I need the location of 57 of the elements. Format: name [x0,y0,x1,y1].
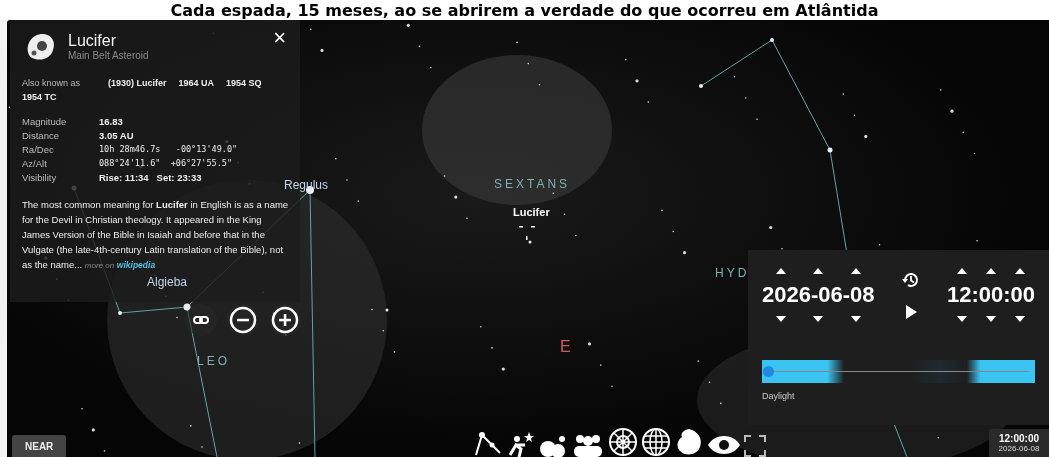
clock-time: 12:00:00 [999,433,1039,444]
cardinal-point-label: E [560,338,571,356]
increment-arrow-icon[interactable] [775,268,786,274]
increment-arrow-icon[interactable] [850,268,861,274]
property-value: 3.05 AU [99,130,135,141]
alias-name: 1964 UA [178,78,215,88]
constellation-label: HYD [715,266,750,280]
property-value: 088°24'11.6" +06°27'55.5" [99,158,234,169]
alias-name: (1930) Lucifer [108,78,167,88]
increment-arrow-icon[interactable] [985,268,996,274]
near-button[interactable]: NEAR [12,435,67,457]
constellation-lines-icon[interactable] [472,431,502,457]
zoom-out-button[interactable] [227,304,259,336]
zoom-in-button[interactable] [269,304,301,336]
description-text: The most common meaning for Lucifer in English is as a name for the Devil in Christian theology. It appeared in the King James Version of the Bible in Isaiah and before that in the Vulgate (the late-4th-century Latin translation of the Bible), not as the name... more on wikipedia [22,198,290,272]
date-value[interactable]: 2026-06-08 [762,282,875,308]
daylight-slider-track[interactable] [762,360,1035,383]
property-value: 10h 28m46.7s -00°13'49.0" [99,144,239,155]
property-label: Az/Alt [22,158,48,169]
slider-thumb[interactable] [763,366,774,377]
object-label: Lucifer [513,206,550,218]
object-title: Lucifer [68,31,118,50]
fullscreen-icon[interactable] [744,435,766,457]
clock-badge[interactable]: 12:00:00 2026-06-08 [989,429,1049,457]
property-value: 16.83 [99,116,124,127]
link-button[interactable] [185,304,217,336]
increment-arrow-icon[interactable] [813,268,824,274]
decrement-arrow-icon[interactable] [813,316,824,322]
alias-label: Also known as [22,78,82,88]
decrement-arrow-icon[interactable] [1015,316,1026,322]
history-icon[interactable] [900,270,921,290]
decrement-arrow-icon[interactable] [985,316,996,322]
constellation-label: SEXTANS [494,177,571,191]
property-value: Rise: 11:34 Set: 23:33 [99,172,203,183]
caption-text: Cada espada, 15 meses, ao se abrirem a verdade do que ocorreu em Atlântida [170,1,879,20]
star-label: Algieba [147,275,188,289]
property-label: Distance [22,130,60,141]
decrement-arrow-icon[interactable] [775,316,786,322]
decrement-arrow-icon[interactable] [956,316,967,322]
wikipedia-link[interactable]: wikipedia [116,260,156,270]
time-value[interactable]: 12:00:00 [946,282,1035,308]
property-label: Visibility [22,172,58,183]
property-label: Ra/Dec [22,144,55,155]
globe-grid-icon[interactable] [641,427,671,457]
property-label: Magnitude [22,116,68,127]
slider-label: Daylight [762,391,796,401]
decrement-arrow-icon[interactable] [850,316,861,322]
clock-date: 2026-06-08 [998,444,1040,453]
grid-wheel-icon[interactable] [608,427,638,457]
play-icon[interactable] [903,304,918,320]
alias-name: 1954 SQ [226,78,262,88]
close-button[interactable]: × [269,28,290,48]
alias-name: 1954 TC [22,92,57,102]
constellation-label: LEO [197,354,230,368]
increment-arrow-icon[interactable] [1015,268,1026,274]
object-type: Main Belt Asteroid [68,49,150,61]
increment-arrow-icon[interactable] [956,268,967,274]
